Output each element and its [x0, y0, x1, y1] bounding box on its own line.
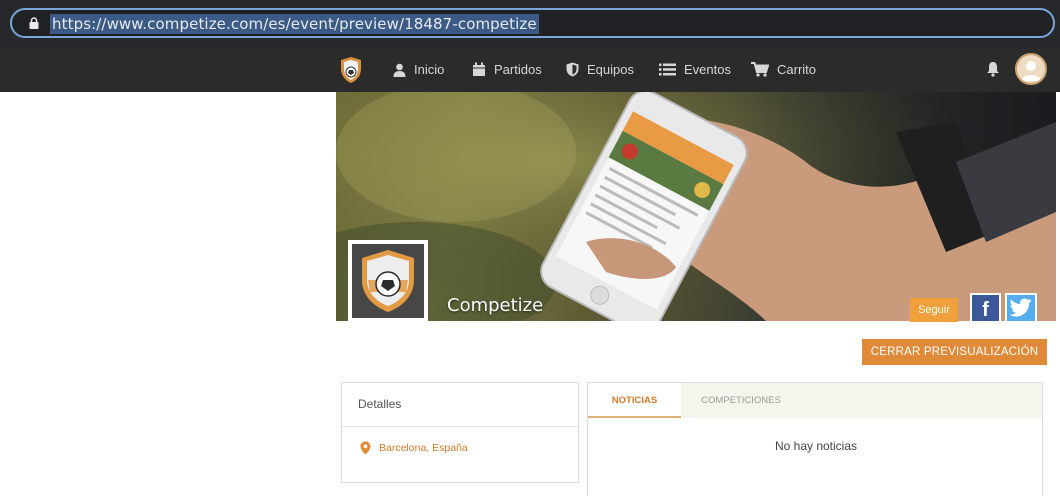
twitter-icon	[1009, 298, 1032, 317]
nav-item-carrito[interactable]: Carrito	[751, 47, 816, 92]
location-text: Barcelona, España	[379, 442, 468, 454]
team-name: Competize	[447, 295, 544, 316]
location-row[interactable]: Barcelona, España	[360, 441, 468, 455]
map-pin-icon	[360, 441, 371, 455]
details-card: Detalles Barcelona, España	[341, 382, 579, 483]
facebook-share-button[interactable]: f	[970, 293, 1001, 323]
close-preview-button[interactable]: CERRAR PREVISUALIZACIÓN	[862, 339, 1047, 365]
cart-icon	[751, 62, 769, 77]
nav-label-equipos: Equipos	[587, 62, 634, 77]
banner-photo	[336, 92, 1056, 321]
nav-label-carrito: Carrito	[777, 62, 817, 77]
bell-icon[interactable]	[986, 61, 1000, 77]
lock-icon	[29, 17, 39, 29]
shield-icon	[566, 62, 579, 77]
competize-logo-icon[interactable]	[340, 56, 362, 84]
team-logo	[348, 240, 428, 322]
twitter-share-button[interactable]	[1005, 293, 1037, 323]
tab-competiciones[interactable]: COMPETICIONES	[681, 383, 801, 418]
hero-banner	[336, 92, 1056, 321]
avatar[interactable]	[1015, 53, 1047, 85]
follow-button[interactable]: Seguir	[910, 298, 958, 322]
nav-item-equipos[interactable]: Equipos	[566, 47, 634, 92]
tab-noticias[interactable]: NOTICIAS	[588, 383, 681, 418]
nav-item-eventos[interactable]: Eventos	[659, 47, 731, 92]
facebook-icon: f	[982, 299, 989, 321]
team-shield-icon	[352, 244, 424, 318]
browser-toolbar: https://www.competize.com/es/event/previ…	[0, 0, 1060, 47]
list-icon	[659, 63, 676, 76]
details-title: Detalles	[342, 383, 578, 427]
content-tabs-panel: NOTICIAS COMPETICIONES No hay noticias	[587, 382, 1043, 496]
site-navbar: Inicio Partidos Equipos Eventos Carrito	[0, 47, 1060, 92]
tabs-bar: NOTICIAS COMPETICIONES	[588, 383, 1042, 418]
nav-item-partidos[interactable]: Partidos	[472, 47, 542, 92]
avatar-icon	[1017, 55, 1045, 83]
calendar-icon	[473, 62, 485, 76]
nav-label-eventos: Eventos	[684, 62, 731, 77]
empty-news-message: No hay noticias	[774, 439, 858, 453]
url-text[interactable]: https://www.competize.com/es/event/previ…	[50, 14, 539, 34]
address-bar[interactable]: https://www.competize.com/es/event/previ…	[10, 8, 1055, 38]
facebook-letter: f	[982, 299, 989, 321]
user-icon	[393, 63, 406, 77]
nav-label-inicio: Inicio	[414, 62, 445, 77]
nav-item-inicio[interactable]: Inicio	[393, 47, 444, 92]
nav-label-partidos: Partidos	[494, 62, 542, 77]
